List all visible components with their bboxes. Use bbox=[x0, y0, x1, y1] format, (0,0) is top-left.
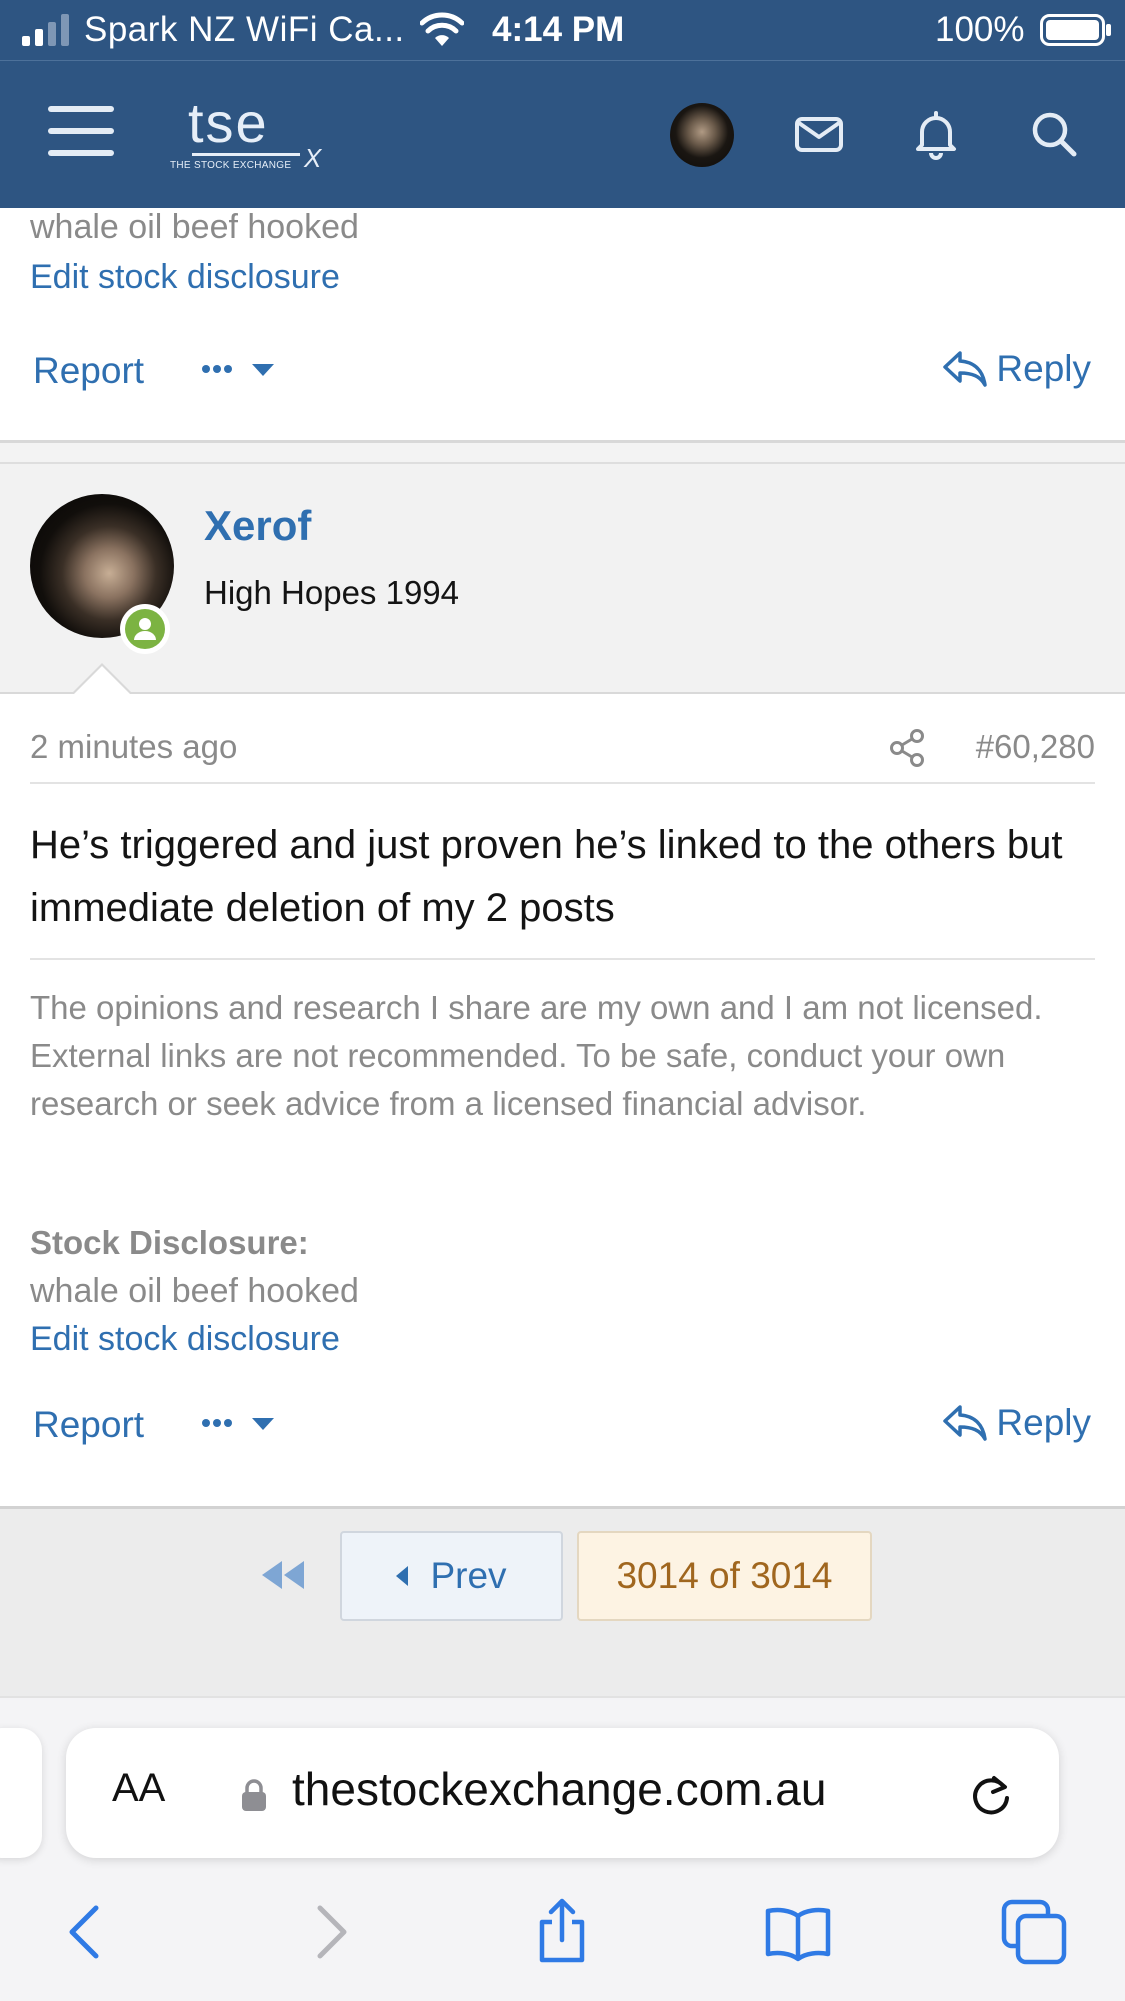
reply-label: Reply bbox=[996, 1402, 1091, 1443]
logo-subtitle: THE STOCK EXCHANGE bbox=[170, 160, 292, 171]
edit-stock-disclosure-link[interactable]: Edit stock disclosure bbox=[30, 258, 340, 297]
reply-button[interactable]: Reply bbox=[942, 348, 1091, 390]
reply-button[interactable]: Reply bbox=[942, 1402, 1091, 1444]
logo-text: tse bbox=[188, 91, 269, 154]
post-user-block: Xerof High Hopes 1994 bbox=[0, 464, 1125, 694]
share-icon[interactable] bbox=[888, 728, 928, 768]
stock-disclosure-text: whale oil beef hooked bbox=[30, 1272, 359, 1310]
reply-label: Reply bbox=[996, 348, 1091, 389]
reply-icon bbox=[943, 1405, 988, 1441]
status-bar: Spark NZ WiFi Ca... 4:14 PM 100% bbox=[0, 0, 1125, 60]
search-icon[interactable] bbox=[1027, 107, 1081, 161]
page-indicator[interactable]: 3014 of 3014 bbox=[577, 1531, 872, 1621]
clock: 4:14 PM bbox=[492, 10, 625, 49]
post-meta: 2 minutes ago #60,280 bbox=[30, 694, 1095, 784]
forward-icon[interactable] bbox=[294, 1896, 366, 1968]
reply-icon bbox=[943, 351, 988, 387]
first-page-icon[interactable] bbox=[258, 1555, 308, 1595]
logo-mark: X bbox=[304, 143, 322, 173]
bell-icon[interactable] bbox=[909, 107, 963, 161]
text-size-button[interactable]: AA bbox=[112, 1766, 165, 1811]
previous-post-footer: whale oil beef hooked Edit stock disclos… bbox=[0, 208, 1125, 443]
wifi-icon bbox=[420, 12, 464, 46]
address-bar[interactable]: AA thestockexchange.com.au bbox=[66, 1728, 1059, 1858]
carrier-name: Spark NZ WiFi Ca... bbox=[84, 10, 405, 49]
prev-page-button[interactable]: Prev bbox=[340, 1531, 563, 1621]
lock-icon bbox=[242, 1779, 266, 1811]
more-options-icon[interactable] bbox=[200, 354, 280, 384]
site-logo[interactable]: tse THE STOCK EXCHANGE X bbox=[170, 95, 330, 174]
username-link[interactable]: Xerof bbox=[204, 502, 311, 550]
cellular-signal-icon bbox=[22, 14, 69, 46]
text-size-label: AA bbox=[112, 1766, 166, 1810]
battery-icon bbox=[1040, 14, 1111, 46]
browser-toolbar: AA thestockexchange.com.au bbox=[0, 1696, 1125, 2001]
battery-percentage: 100% bbox=[935, 10, 1025, 49]
prev-label: Prev bbox=[430, 1555, 507, 1596]
stock-disclosure-label: Stock Disclosure: bbox=[30, 1224, 309, 1261]
edit-stock-disclosure-link[interactable]: Edit stock disclosure bbox=[30, 1320, 340, 1359]
post-separator bbox=[0, 440, 1125, 464]
post-message: He’s triggered and just proven he’s link… bbox=[30, 814, 1095, 960]
site-header: tse THE STOCK EXCHANGE X bbox=[0, 60, 1125, 208]
reload-icon[interactable] bbox=[966, 1770, 1016, 1820]
stock-disclosure-text: whale oil beef hooked bbox=[30, 208, 359, 246]
back-icon[interactable] bbox=[50, 1896, 122, 1968]
pagination: Prev 3014 of 3014 bbox=[0, 1506, 1125, 1696]
post-number-link[interactable]: #60,280 bbox=[976, 728, 1095, 766]
online-user-icon bbox=[125, 609, 165, 649]
tabs-icon[interactable] bbox=[998, 1896, 1070, 1968]
report-link[interactable]: Report bbox=[33, 350, 144, 392]
share-sheet-icon[interactable] bbox=[526, 1896, 598, 1968]
online-status-badge bbox=[120, 604, 170, 654]
caret-left-icon bbox=[396, 1566, 409, 1586]
previous-tab-card[interactable] bbox=[0, 1728, 42, 1858]
more-options-icon[interactable] bbox=[200, 1408, 280, 1438]
menu-icon[interactable] bbox=[48, 106, 114, 160]
account-avatar[interactable] bbox=[670, 103, 734, 167]
post-timestamp[interactable]: 2 minutes ago bbox=[30, 728, 237, 766]
user-signature: The opinions and research I share are my… bbox=[30, 989, 1043, 1122]
bookmarks-icon[interactable] bbox=[762, 1896, 834, 1968]
mail-icon[interactable] bbox=[792, 107, 846, 161]
post: 2 minutes ago #60,280 He’s triggered and… bbox=[0, 694, 1125, 1506]
url-text[interactable]: thestockexchange.com.au bbox=[292, 1762, 826, 1816]
user-title: High Hopes 1994 bbox=[204, 574, 460, 611]
report-link[interactable]: Report bbox=[33, 1404, 144, 1446]
